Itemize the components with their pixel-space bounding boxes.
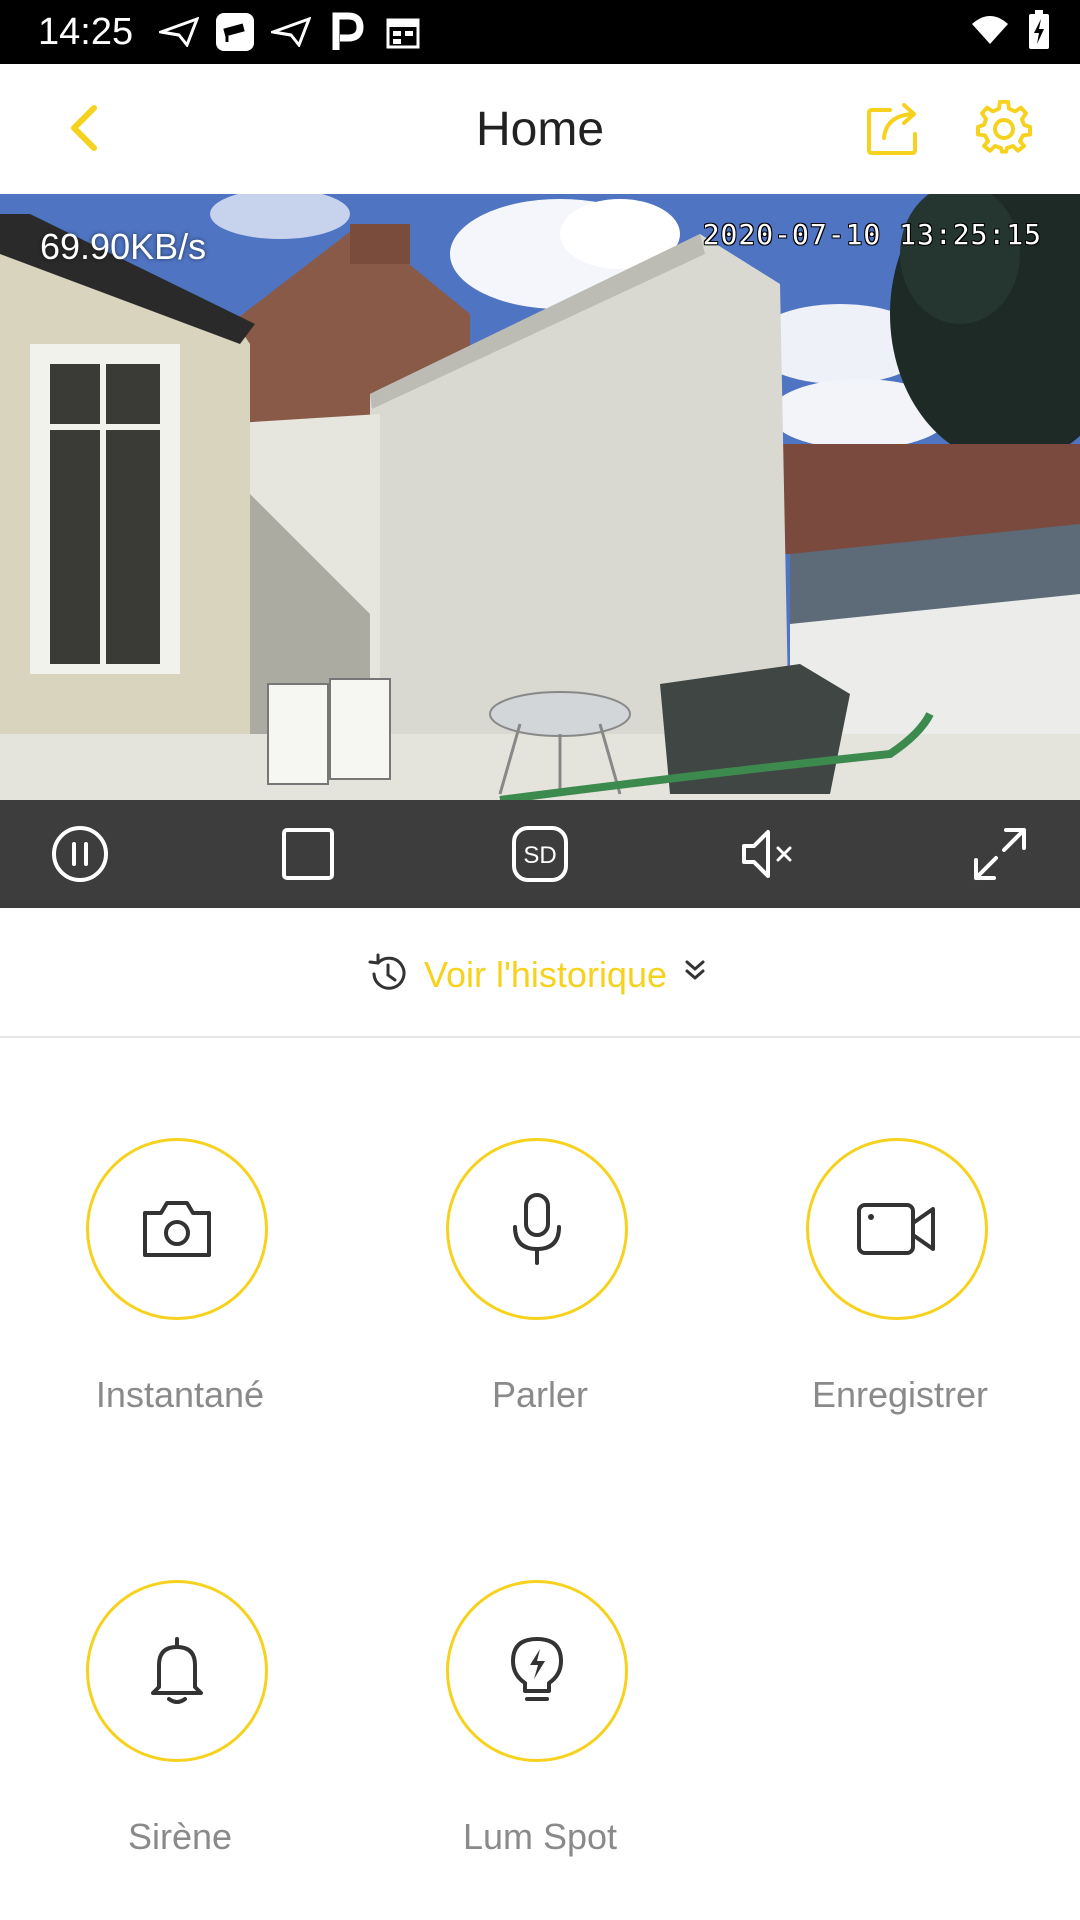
pause-icon [52, 826, 108, 882]
talk-button[interactable] [446, 1138, 628, 1320]
cctv-notification-icon [213, 10, 257, 54]
snapshot-action[interactable]: Instantané [0, 1138, 360, 1458]
bitrate-label: 69.90KB/s [40, 226, 207, 267]
parking-icon [325, 10, 369, 54]
camera-icon [143, 1201, 211, 1257]
siren-button[interactable] [86, 1580, 268, 1762]
bulb-icon [511, 1637, 563, 1701]
status-time: 14:25 [38, 10, 134, 53]
camera-feed-image [0, 194, 1080, 800]
spotlight-button[interactable] [446, 1580, 628, 1762]
pause-button[interactable] [48, 822, 112, 886]
video-timestamp: 2020-07-10 13:25:15 [702, 218, 1042, 251]
record-stop-icon [282, 828, 334, 880]
spotlight-label: Lum Spot [462, 1816, 618, 1857]
double-chevron-down-icon [685, 960, 705, 980]
siren-action[interactable]: Sirène [0, 1580, 360, 1900]
siren-label: Sirène [127, 1816, 233, 1857]
send-icon [269, 10, 313, 54]
spotlight-action[interactable]: Lum Spot [360, 1580, 720, 1900]
sd-label: SD [523, 842, 556, 869]
snapshot-label: Instantané [95, 1374, 265, 1415]
talk-label: Parler [491, 1374, 589, 1415]
stop-button[interactable] [276, 822, 340, 886]
record-button[interactable] [806, 1138, 988, 1320]
history-label: Voir l'historique [424, 954, 667, 995]
fullscreen-button[interactable] [968, 822, 1032, 886]
settings-button[interactable] [976, 99, 1032, 156]
share-icon [867, 103, 917, 155]
calendar-icon [381, 10, 425, 54]
camera-live-view[interactable]: 69.90KB/s 2020-07-10 13:25:15 [0, 194, 1080, 800]
video-camera-icon [857, 1203, 935, 1255]
playback-controls: SD [0, 800, 1080, 908]
fullscreen-icon [974, 828, 1026, 880]
battery-icon [1028, 10, 1050, 55]
talk-action[interactable]: Parler [360, 1138, 720, 1458]
snapshot-button[interactable] [86, 1138, 268, 1320]
history-icon [368, 953, 406, 990]
mute-button[interactable] [738, 822, 802, 886]
record-action[interactable]: Enregistrer [720, 1138, 1080, 1458]
sd-icon: SD [512, 826, 568, 882]
bell-icon [151, 1637, 203, 1704]
mute-icon [742, 830, 792, 878]
share-button[interactable] [866, 100, 922, 156]
app-bar: Home [0, 64, 1080, 194]
gear-icon [976, 99, 1032, 154]
send-icon [157, 10, 201, 54]
history-toggle[interactable]: Voir l'historique [0, 908, 1080, 1038]
wifi-icon [970, 14, 1010, 51]
status-bar: 14:25 [0, 0, 1080, 64]
quality-sd-button[interactable]: SD [508, 822, 572, 886]
microphone-icon [513, 1193, 561, 1265]
record-label: Enregistrer [811, 1374, 989, 1415]
